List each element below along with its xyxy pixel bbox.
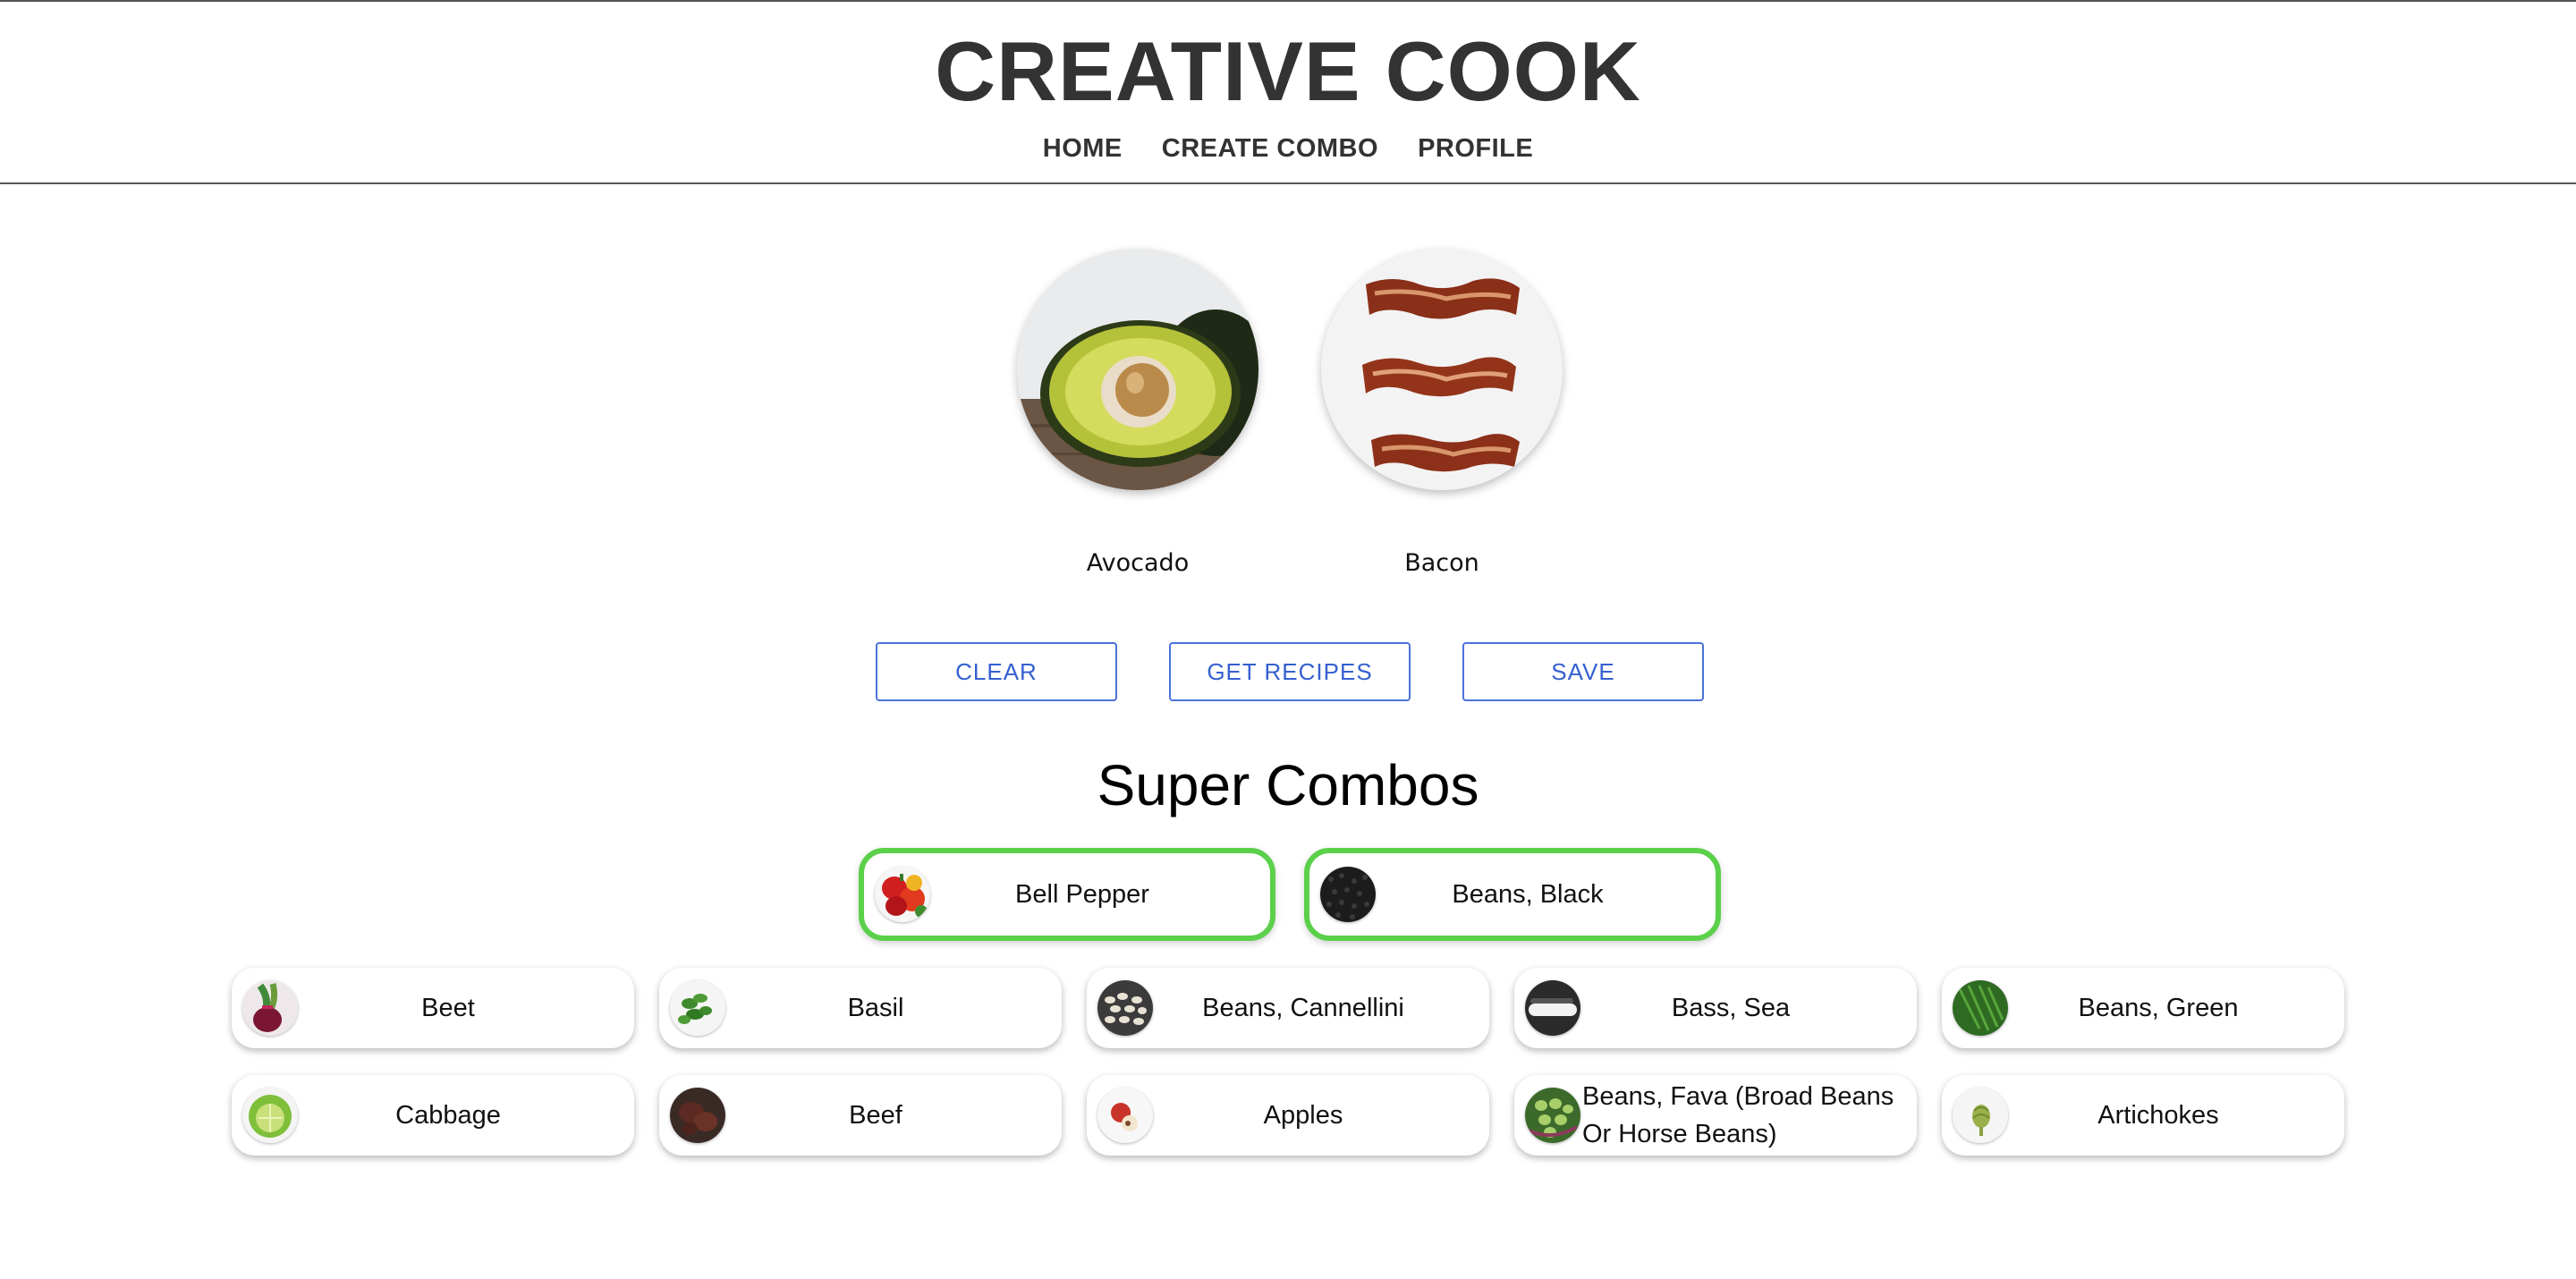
combo-chip[interactable]: Beans, Green [1942, 968, 2344, 1048]
chip-label: Bell Pepper [1015, 880, 1149, 909]
site-header: CREATIVE COOK HOME CREATE COMBO PROFILE [0, 0, 2576, 184]
combo-chip[interactable]: Apples [1087, 1075, 1489, 1156]
save-button[interactable]: SAVE [1462, 642, 1704, 701]
chip-label: Beet [421, 994, 475, 1022]
combo-actions: CLEAR GET RECIPES SAVE [0, 642, 2576, 701]
basil-thumb [670, 980, 725, 1036]
super-combo-chip[interactable]: Bell Pepper [859, 848, 1275, 941]
combo-chip[interactable]: Beef [659, 1075, 1062, 1156]
apples-thumb [1097, 1088, 1153, 1143]
nav-home[interactable]: HOME [1043, 131, 1123, 166]
combo-chip[interactable]: Basil [659, 968, 1062, 1048]
selected-ingredient-avocado[interactable]: Avocado [1017, 249, 1258, 577]
chip-label: Basil [847, 994, 904, 1022]
chip-label: Beef [849, 1101, 902, 1130]
green-beans-thumb [1953, 980, 2008, 1036]
chip-label: Beans, Cannellini [1202, 994, 1404, 1022]
cannellini-thumb [1097, 980, 1153, 1036]
sea-bass-thumb [1525, 980, 1580, 1036]
main-nav: HOME CREATE COMBO PROFILE [0, 131, 2576, 166]
chip-label: Beans, Fava (Broad Beans Or Horse Beans) [1582, 1082, 1894, 1148]
selected-ingredients: Avocado Bacon [0, 249, 2576, 577]
super-combos-row-2: Cabbage Beef Apples Beans, Fava (Broad B… [0, 1075, 2576, 1156]
selected-ingredient-bacon[interactable]: Bacon [1321, 249, 1563, 577]
clear-button[interactable]: CLEAR [876, 642, 1117, 701]
super-combo-chip[interactable]: Beans, Black [1304, 848, 1721, 941]
black-beans-thumb [1320, 867, 1376, 922]
combo-chip[interactable]: Bass, Sea [1514, 968, 1917, 1048]
chip-label: Artichokes [2097, 1101, 2219, 1130]
cabbage-thumb [242, 1088, 298, 1143]
super-combos-row-1: Beet Basil Beans, Cannellini Bass, Sea B… [0, 968, 2576, 1048]
bell-pepper-thumb [875, 867, 930, 922]
chip-label: Bass, Sea [1671, 994, 1791, 1022]
get-recipes-button[interactable]: GET RECIPES [1169, 642, 1411, 701]
combo-chip[interactable]: Artichokes [1942, 1075, 2344, 1156]
chip-label: Beans, Green [2078, 994, 2239, 1022]
super-combos-featured: Bell Pepper Beans, Black [0, 848, 2576, 941]
nav-create-combo[interactable]: CREATE COMBO [1162, 131, 1378, 166]
combo-chip[interactable]: Cabbage [232, 1075, 634, 1156]
beet-thumb [242, 980, 298, 1036]
chip-label: Cabbage [395, 1101, 501, 1130]
combo-chip[interactable]: Beans, Fava (Broad Beans Or Horse Beans) [1514, 1075, 1917, 1156]
avocado-image [1017, 249, 1258, 490]
fava-beans-thumb [1525, 1088, 1580, 1143]
selected-ingredient-label: Bacon [1404, 549, 1479, 577]
site-title: CREATIVE COOK [935, 24, 1641, 118]
super-combos-title: Super Combos [1097, 753, 1479, 817]
combo-chip[interactable]: Beans, Cannellini [1087, 968, 1489, 1048]
chip-label: Beans, Black [1452, 880, 1604, 909]
bacon-image [1321, 249, 1563, 490]
chip-label: Apples [1263, 1101, 1343, 1130]
artichokes-thumb [1953, 1088, 2008, 1143]
combo-chip[interactable]: Beet [232, 968, 634, 1048]
beef-thumb [670, 1088, 725, 1143]
nav-profile[interactable]: PROFILE [1418, 131, 1533, 166]
selected-ingredient-label: Avocado [1086, 549, 1190, 577]
